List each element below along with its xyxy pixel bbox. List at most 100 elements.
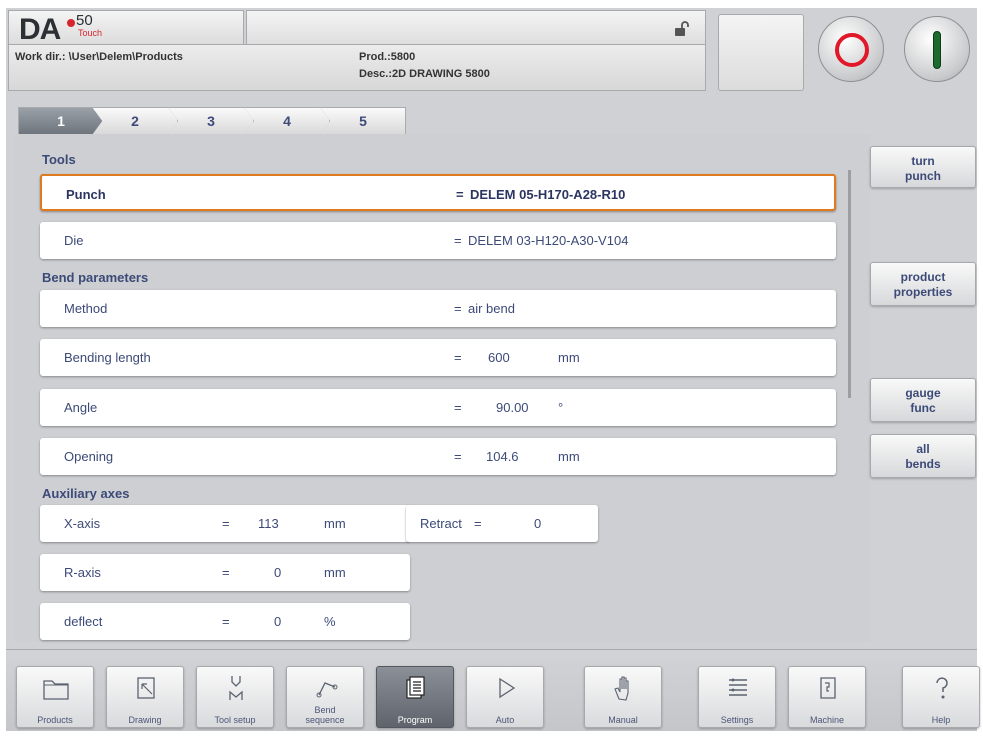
start-icon: [933, 31, 941, 69]
button-line: gauge: [905, 386, 941, 400]
row-value: 90.00: [496, 400, 529, 415]
row-angle[interactable]: Angle = 90.00 °: [40, 389, 836, 426]
row-unit: mm: [324, 565, 346, 580]
work-dir: Work dir.: \User\Delem\Products: [15, 51, 183, 63]
program-icon: [406, 676, 425, 699]
row-unit: °: [558, 400, 564, 415]
row-value: 104.6: [486, 449, 519, 464]
row-label: Method: [64, 301, 108, 316]
nav-label: Settings: [720, 715, 754, 725]
stop-icon: [835, 33, 869, 67]
product-description: Desc.:2D DRAWING 5800: [359, 68, 490, 80]
header-extra-panel: [718, 14, 804, 91]
hand-icon: [614, 676, 629, 701]
row-value: DELEM 03-H120-A30-V104: [468, 233, 629, 248]
button-line: properties: [893, 285, 953, 299]
stop-button[interactable]: [818, 16, 884, 82]
row-method[interactable]: Method = air bend: [40, 290, 836, 327]
row-label: Bending length: [64, 350, 151, 365]
nav-label: Bend sequence: [287, 705, 363, 725]
scrollbar[interactable]: [848, 170, 851, 398]
message-bar: [246, 10, 706, 44]
nav-label: Products: [37, 715, 73, 725]
row-bending-length[interactable]: Bending length = 600 mm: [40, 339, 836, 376]
gauge-func-button[interactable]: gauge func: [870, 378, 976, 422]
row-value: 113: [258, 516, 279, 531]
nav-bend-sequence[interactable]: Bend sequence: [286, 666, 364, 728]
button-line: product: [900, 270, 946, 284]
logo-da: DA: [19, 13, 61, 46]
row-label: Die: [64, 233, 84, 248]
row-equals: =: [454, 449, 462, 464]
logo-panel: DA 50 Touch: [8, 10, 244, 46]
all-bends-button[interactable]: all bends: [870, 434, 976, 478]
play-icon: [499, 677, 516, 699]
row-punch[interactable]: Punch = DELEM 05-H170-A28-R10: [40, 174, 836, 211]
program-content: Tools Punch = DELEM 05-H170-A28-R10 Die …: [14, 134, 870, 642]
row-r-axis[interactable]: R-axis = 0 mm: [40, 554, 410, 591]
section-tools: Tools: [42, 152, 76, 167]
tab-1[interactable]: 1: [18, 107, 104, 135]
machine-icon: [820, 677, 836, 699]
row-equals: =: [222, 565, 230, 580]
nav-settings[interactable]: Settings: [698, 666, 776, 728]
tool-setup-icon: [229, 676, 243, 700]
nav-auto[interactable]: Auto: [466, 666, 544, 728]
row-value: 0: [274, 614, 282, 629]
row-label: Punch: [66, 187, 106, 202]
nav-manual[interactable]: Manual: [584, 666, 662, 728]
nav-label: Auto: [495, 715, 515, 725]
row-label: deflect: [64, 614, 103, 629]
nav-label: Tool setup: [214, 715, 256, 725]
logo-number: 50: [76, 12, 93, 29]
start-button[interactable]: [904, 16, 970, 82]
nav-program[interactable]: Program: [376, 666, 454, 728]
row-retract[interactable]: Retract = 0: [406, 505, 598, 542]
product-properties-button[interactable]: product properties: [870, 262, 976, 306]
tab-5[interactable]: 5: [320, 107, 406, 135]
button-line: all: [916, 442, 930, 456]
row-die[interactable]: Die = DELEM 03-H120-A30-V104: [40, 222, 836, 259]
row-deflect[interactable]: deflect = 0 %: [40, 603, 410, 640]
nav-label-line-1: Bend: [314, 705, 336, 715]
page-tabs: 1 2 3 4 5: [18, 107, 406, 135]
row-unit: mm: [558, 350, 580, 365]
row-unit: mm: [324, 516, 346, 531]
row-label: Opening: [64, 449, 114, 464]
row-unit: %: [324, 614, 336, 629]
row-x-axis[interactable]: X-axis = 113 mm: [40, 505, 410, 542]
row-equals: =: [456, 187, 464, 202]
settings-icon: [729, 678, 747, 696]
row-opening[interactable]: Opening = 104.6 mm: [40, 438, 836, 475]
row-equals: =: [222, 516, 230, 531]
row-label: X-axis: [64, 516, 101, 531]
button-line: punch: [905, 169, 941, 183]
tab-4[interactable]: 4: [244, 107, 330, 135]
nav-label: Drawing: [128, 715, 162, 725]
row-value: DELEM 05-H170-A28-R10: [470, 187, 626, 202]
info-panel: Work dir.: \User\Delem\Products Prod.:58…: [8, 44, 706, 91]
nav-tool-setup[interactable]: Tool setup: [196, 666, 274, 728]
nav-label: Manual: [608, 715, 638, 725]
nav-label-line-2: sequence: [305, 715, 345, 725]
row-equals: =: [222, 614, 230, 629]
nav-drawing[interactable]: Drawing: [106, 666, 184, 728]
tab-3[interactable]: 3: [168, 107, 254, 135]
logo-dot: [67, 19, 75, 27]
unlocked-padlock-icon[interactable]: [673, 21, 689, 37]
row-value: 0: [534, 516, 542, 531]
nav-help[interactable]: Help: [902, 666, 980, 728]
row-equals: =: [454, 350, 462, 365]
row-label: Retract: [420, 516, 462, 531]
row-value: air bend: [468, 301, 515, 316]
row-value: 600: [488, 350, 510, 365]
tab-2[interactable]: 2: [92, 107, 178, 135]
row-value: 0: [274, 565, 282, 580]
turn-punch-button[interactable]: turn punch: [870, 146, 976, 188]
logo-sub: Touch: [78, 28, 103, 38]
nav-products[interactable]: Products: [16, 666, 94, 728]
screen: DA 50 Touch Work dir.: \User\Delem\Produ…: [6, 8, 980, 731]
nav-machine[interactable]: Machine: [788, 666, 866, 728]
nav-label: Machine: [809, 715, 845, 725]
nav-label: Help: [931, 715, 951, 725]
